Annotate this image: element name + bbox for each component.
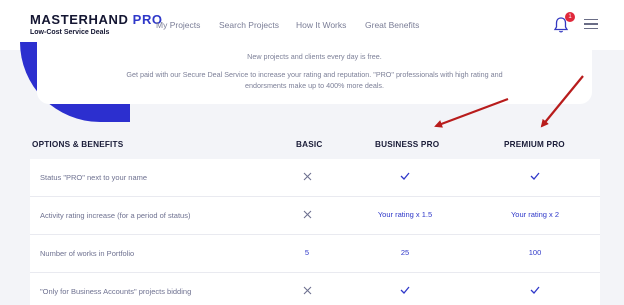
premium-cell: Your rating x 2 <box>510 210 560 219</box>
header-basic: BASIC <box>296 140 323 149</box>
basic-cell <box>262 286 352 297</box>
row-label: Activity rating increase (for a period o… <box>40 211 191 220</box>
banner-text-secure-deal: Get paid with our Secure Deal Service to… <box>126 70 503 90</box>
row-label: Number of works in Portfolio <box>40 249 135 258</box>
row-label: Status "PRO" next to your name <box>40 173 148 182</box>
check-icon <box>400 172 410 180</box>
nav-search-projects[interactable]: Search Projects <box>219 20 279 30</box>
check-icon <box>400 286 410 294</box>
benefits-table: Status "PRO" next to your name Activity … <box>30 159 600 305</box>
premium-cell: 100 <box>528 248 542 257</box>
header-options: OPTIONS & BENEFITS <box>32 140 124 149</box>
header-business-pro: BUSINESS PRO <box>375 140 440 149</box>
business-cell: Your rating x 1.5 <box>377 210 433 219</box>
check-icon <box>530 172 540 180</box>
table-row: Activity rating increase (for a period o… <box>30 197 600 235</box>
basic-cell: 5 <box>304 248 310 257</box>
info-banner: New projects and clients every day is fr… <box>37 40 592 104</box>
business-cell <box>360 286 450 296</box>
nav-how-it-works[interactable]: How It Works <box>296 20 346 30</box>
business-cell <box>360 172 450 182</box>
table-row: Number of works in Portfolio 5 25 100 <box>30 235 600 273</box>
main-nav: My Projects Search Projects How It Works… <box>0 20 624 32</box>
nav-great-benefits[interactable]: Great Benefits <box>365 20 419 30</box>
cross-icon <box>303 286 311 295</box>
row-label: "Only for Business Accounts" projects bi… <box>40 287 192 296</box>
header-premium-pro: PREMIUM PRO <box>504 140 565 149</box>
cross-icon <box>303 172 311 181</box>
table-row: "Only for Business Accounts" projects bi… <box>30 273 600 305</box>
premium-cell <box>490 172 580 182</box>
banner-text-free: New projects and clients every day is fr… <box>247 52 382 61</box>
premium-cell <box>490 286 580 296</box>
basic-cell <box>262 210 352 221</box>
check-icon <box>530 286 540 294</box>
business-cell: 25 <box>400 248 410 257</box>
table-header: OPTIONS & BENEFITS BASIC BUSINESS PRO PR… <box>30 140 600 154</box>
nav-my-projects[interactable]: My Projects <box>156 20 200 30</box>
hamburger-menu-icon[interactable] <box>584 19 598 31</box>
cross-icon <box>303 210 311 219</box>
basic-cell <box>262 172 352 183</box>
table-row: Status "PRO" next to your name <box>30 159 600 197</box>
notification-badge: 1 <box>565 12 575 22</box>
